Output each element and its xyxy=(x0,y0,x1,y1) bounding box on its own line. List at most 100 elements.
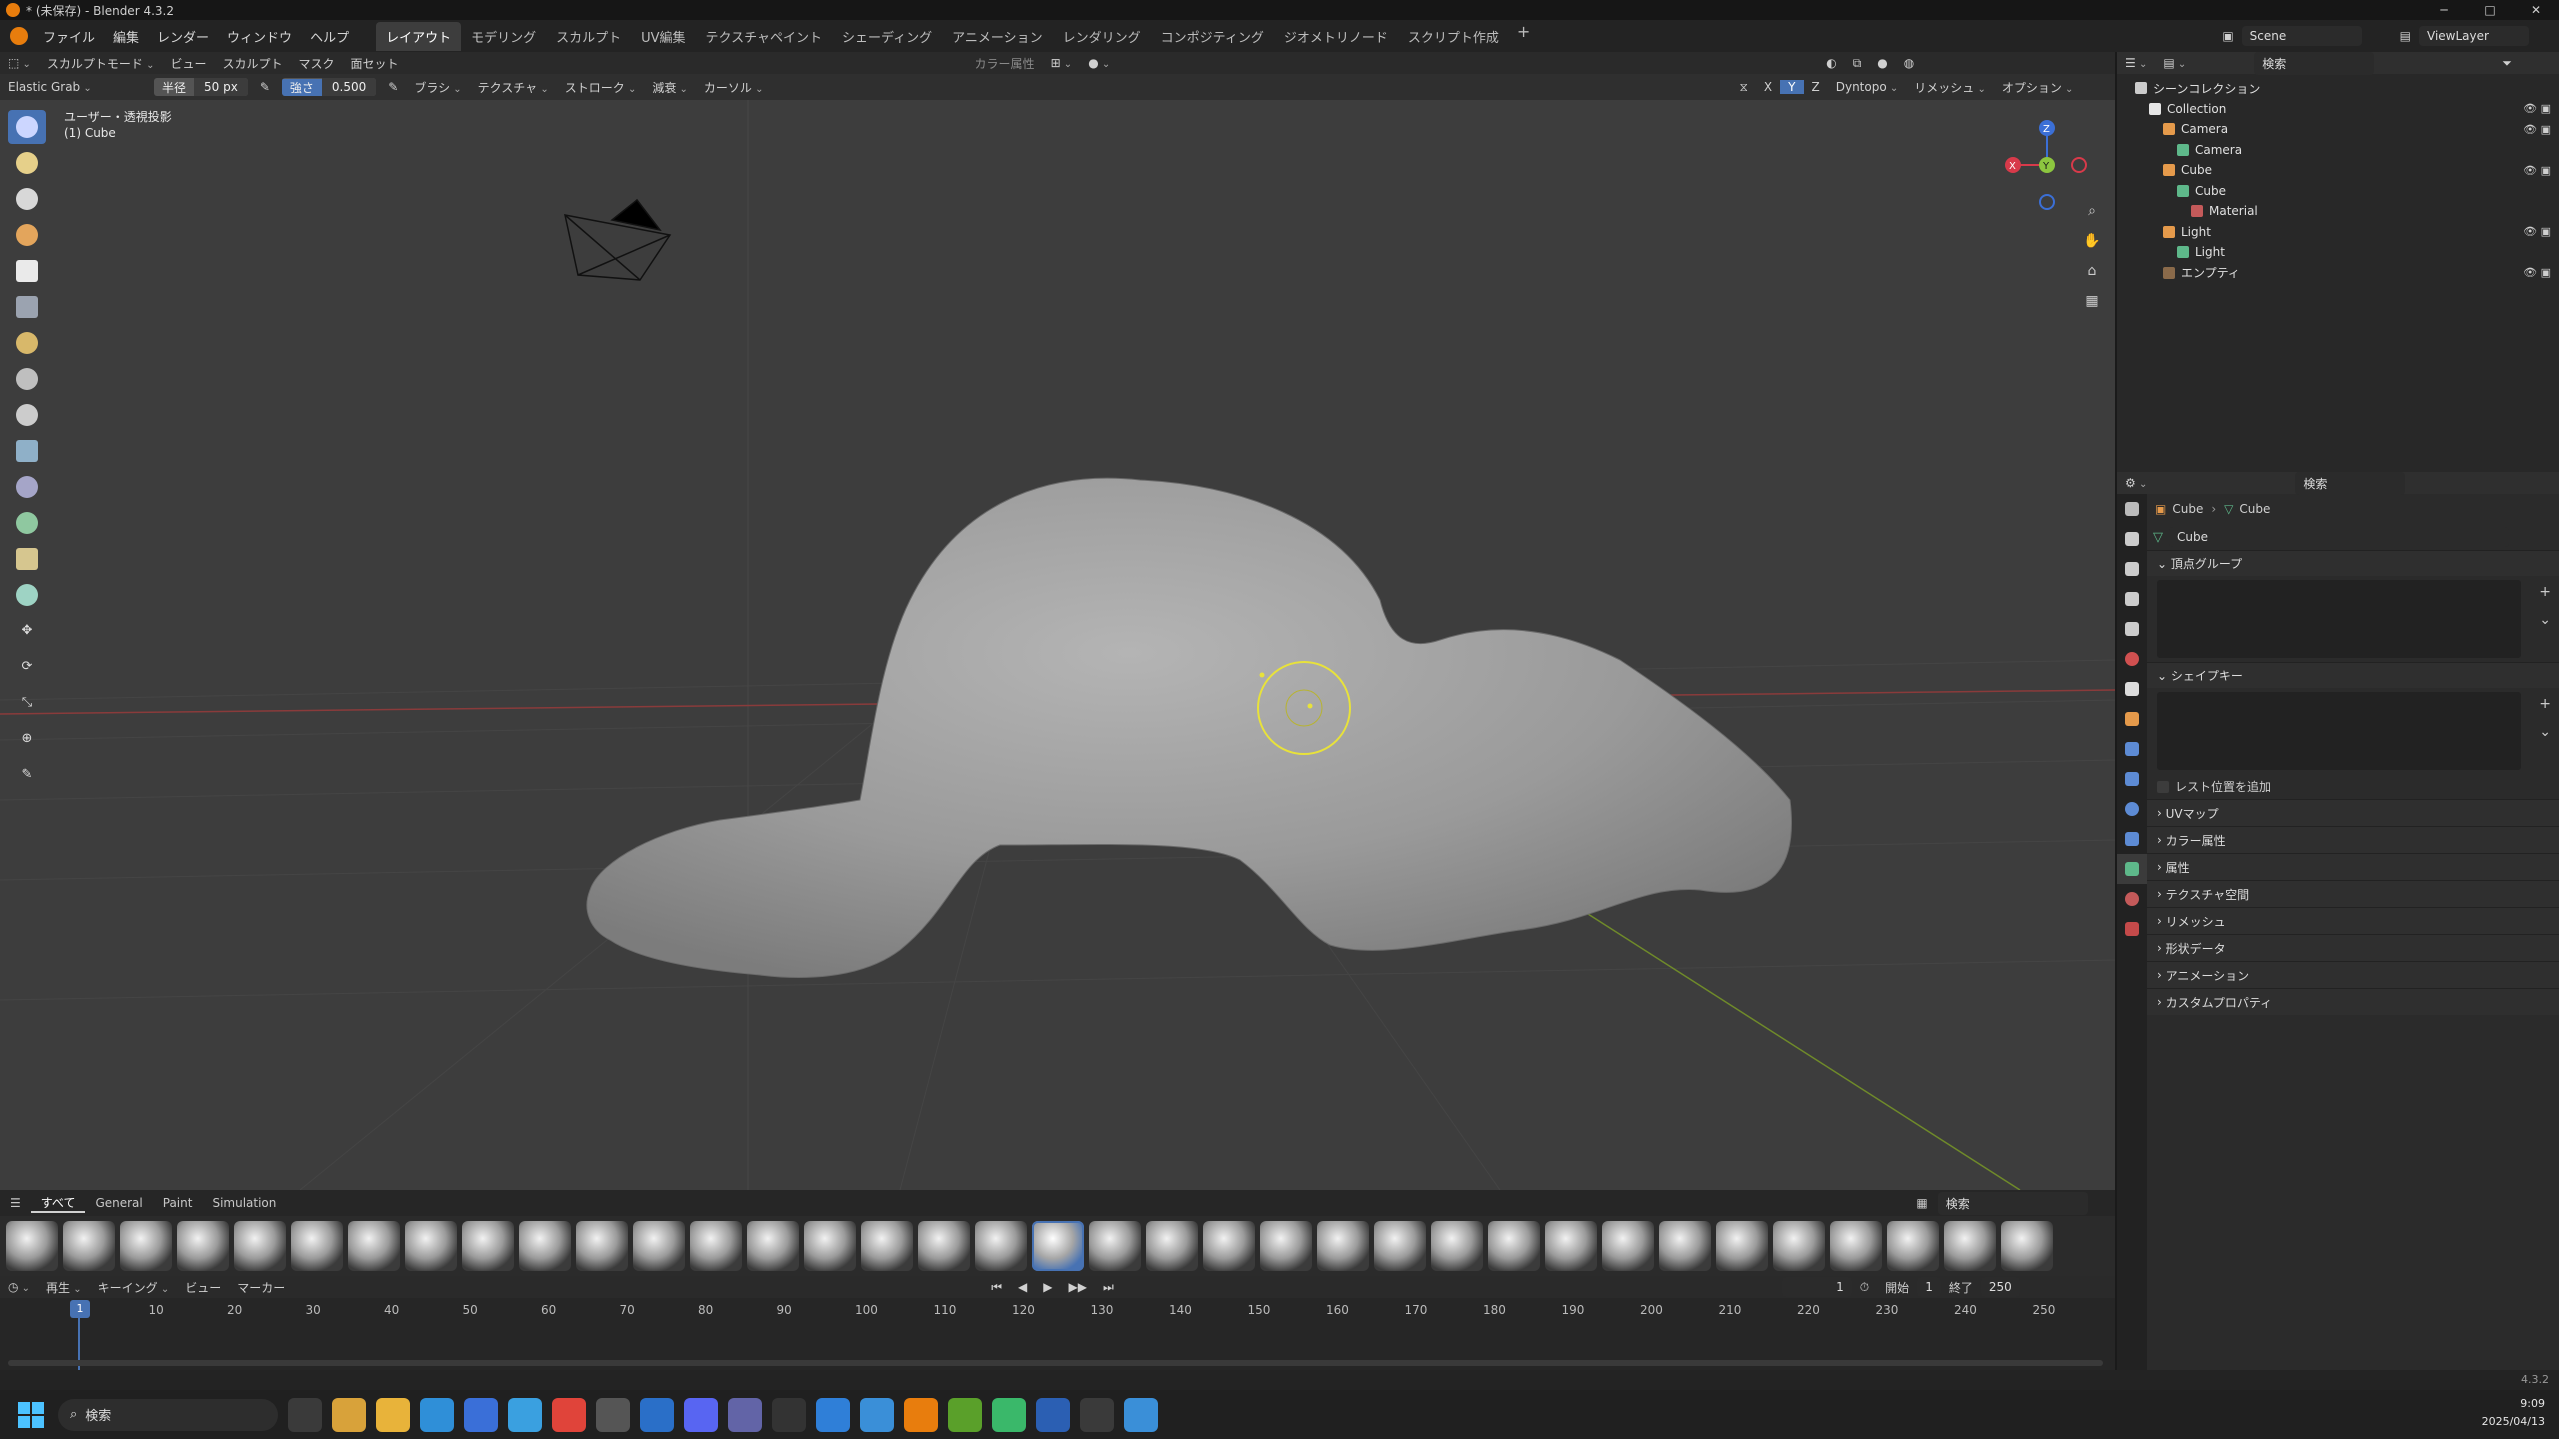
vertex-group-list[interactable] xyxy=(2157,580,2521,658)
brush-thumbnail[interactable] xyxy=(1488,1221,1540,1271)
edge-icon[interactable] xyxy=(420,1397,454,1432)
brush-thumbnail[interactable] xyxy=(1716,1221,1768,1271)
viewport-overlays-icon[interactable]: ◐ xyxy=(1818,56,1844,70)
scene-selector[interactable]: Scene xyxy=(2241,26,2362,46)
brush-thumbnail[interactable] xyxy=(1773,1221,1825,1271)
brush-thumbnail[interactable] xyxy=(975,1221,1027,1271)
sculpted-mesh[interactable] xyxy=(586,477,1792,978)
stroke-menu[interactable]: ストローク xyxy=(557,79,645,96)
axis-x-toggle[interactable]: X xyxy=(1756,80,1780,94)
brush-thumbnail[interactable] xyxy=(1887,1221,1939,1271)
windows-start-icon[interactable] xyxy=(18,1401,44,1428)
tab-view-layer[interactable] xyxy=(2117,584,2147,614)
brush-thumbnail[interactable] xyxy=(690,1221,742,1271)
shelf-menu-icon[interactable]: ☰ xyxy=(0,1196,31,1210)
workspace-tab-texture-paint[interactable]: テクスチャペイント xyxy=(696,22,832,51)
menu-edit[interactable]: 編集 xyxy=(104,27,148,46)
brush-thumbnail[interactable] xyxy=(63,1221,115,1271)
axis-z-toggle[interactable]: Z xyxy=(1804,80,1828,94)
outliner-item[interactable]: Camera xyxy=(2117,140,2559,160)
tool-color-filter[interactable] xyxy=(8,506,46,540)
brush-thumbnail[interactable] xyxy=(348,1221,400,1271)
tab-output[interactable] xyxy=(2117,554,2147,584)
visibility-toggle-icon[interactable]: 👁 ▣ xyxy=(2523,123,2551,136)
collapsed-panel[interactable]: › リメッシュ xyxy=(2147,907,2559,934)
viewlayer-selector[interactable]: ViewLayer xyxy=(2419,26,2529,46)
collapsed-panel[interactable]: › 属性 xyxy=(2147,853,2559,880)
outliner-item[interactable]: エンプティ 👁 ▣ xyxy=(2117,263,2559,283)
notepad-icon[interactable] xyxy=(860,1397,894,1432)
remesh-menu[interactable]: リメッシュ xyxy=(1906,79,1994,96)
workspace-tab-compositing[interactable]: コンポジティング xyxy=(1151,22,1274,51)
camera-object[interactable] xyxy=(564,198,672,281)
close-button[interactable]: ✕ xyxy=(2513,0,2559,20)
datablock-name-field[interactable]: Cube xyxy=(2169,527,2509,547)
visibility-toggle-icon[interactable]: 👁 ▣ xyxy=(2523,164,2551,177)
rest-position-box[interactable] xyxy=(2157,780,2169,793)
panel-vertex-groups[interactable]: ⌄ 頂点グループ xyxy=(2147,550,2559,576)
task-view-icon[interactable] xyxy=(288,1397,322,1432)
store-icon[interactable] xyxy=(464,1397,498,1432)
outliner-search-input[interactable]: 検索 xyxy=(2254,51,2375,75)
brush-thumbnail[interactable] xyxy=(1602,1221,1654,1271)
symmetry-icon[interactable]: ⧖ xyxy=(1731,80,1755,95)
snipping-icon[interactable] xyxy=(1124,1397,1158,1432)
tab-texture[interactable] xyxy=(2117,914,2147,944)
menu-render[interactable]: レンダー xyxy=(148,27,218,46)
tool-clay[interactable] xyxy=(8,182,46,216)
collapsed-panel[interactable]: › カラー属性 xyxy=(2147,826,2559,853)
cursor-menu[interactable]: カーソル xyxy=(696,79,772,96)
brush-thumbnail[interactable] xyxy=(405,1221,457,1271)
brush-thumbnail[interactable] xyxy=(1089,1221,1141,1271)
texture-menu[interactable]: テクスチャ xyxy=(470,79,557,96)
workspace-tab-geometry-nodes[interactable]: ジオメトリノード xyxy=(1274,22,1398,51)
display-mode-icon[interactable]: ▤ xyxy=(2155,56,2194,70)
outliner-editor-icon[interactable]: ☰ xyxy=(2117,56,2155,70)
word-icon[interactable] xyxy=(1036,1397,1070,1432)
teams-icon[interactable] xyxy=(728,1397,762,1432)
add-shape-key-button[interactable]: + xyxy=(2539,696,2551,712)
outliner-item[interactable]: Light 👁 ▣ xyxy=(2117,222,2559,242)
tool-move[interactable]: ✥ xyxy=(8,614,46,648)
menu-view[interactable]: ビュー xyxy=(162,55,214,72)
outliner-item[interactable]: Collection 👁 ▣ xyxy=(2117,99,2559,119)
tab-constraints[interactable] xyxy=(2117,824,2147,854)
outliner-item[interactable]: Cube xyxy=(2117,181,2559,201)
jump-start-icon[interactable]: ⏮ xyxy=(983,1280,1010,1295)
collapsed-panel[interactable]: › 形状データ xyxy=(2147,934,2559,961)
shelf-tab-simulation[interactable]: Simulation xyxy=(202,1196,286,1210)
pivot-icon[interactable]: ● xyxy=(1080,56,1118,70)
menu-mask[interactable]: マスク xyxy=(291,55,343,72)
tool-mask[interactable] xyxy=(8,254,46,288)
camera-view-icon[interactable]: ⌂ xyxy=(2081,260,2103,282)
mode-selector[interactable]: スカルプトモード xyxy=(39,55,163,72)
tab-object[interactable] xyxy=(2117,704,2147,734)
playhead[interactable]: 1 xyxy=(70,1300,90,1318)
zoom-icon[interactable]: ⌕ xyxy=(2081,200,2103,222)
file-explorer-icon[interactable] xyxy=(376,1397,410,1432)
shelf-search-input[interactable]: 検索 xyxy=(1937,1191,2088,1215)
filter-icon[interactable]: ⏷ xyxy=(2494,56,2520,71)
tool-scale[interactable]: ⤡ xyxy=(8,686,46,720)
chrome-icon[interactable] xyxy=(552,1397,586,1432)
radius-pressure-icon[interactable]: ✎ xyxy=(252,80,278,94)
app-icon[interactable] xyxy=(596,1397,630,1432)
brush-thumbnail[interactable] xyxy=(1659,1221,1711,1271)
blender-logo-icon[interactable] xyxy=(10,27,28,45)
discord-icon[interactable] xyxy=(684,1397,718,1432)
brush-thumbnail[interactable] xyxy=(804,1221,856,1271)
tab-material[interactable] xyxy=(2117,884,2147,914)
tab-modifiers[interactable] xyxy=(2117,734,2147,764)
tool-draw-sharp[interactable] xyxy=(8,146,46,180)
brush-thumbnail[interactable] xyxy=(1260,1221,1312,1271)
tool-box-mask[interactable] xyxy=(8,290,46,324)
github-icon[interactable] xyxy=(772,1397,806,1432)
properties-search-input[interactable]: 検索 xyxy=(2295,471,2406,495)
shape-key-menu-icon[interactable]: ⌄ xyxy=(2539,724,2551,740)
collapsed-panel[interactable]: › カスタムプロパティ xyxy=(2147,988,2559,1015)
menu-playback[interactable]: 再生 xyxy=(38,1279,90,1296)
shelf-display-icon[interactable]: ▦ xyxy=(1906,1196,1937,1210)
tab-particles[interactable] xyxy=(2117,764,2147,794)
tool-paint[interactable] xyxy=(8,218,46,252)
properties-editor-icon[interactable]: ⚙ xyxy=(2117,476,2155,490)
